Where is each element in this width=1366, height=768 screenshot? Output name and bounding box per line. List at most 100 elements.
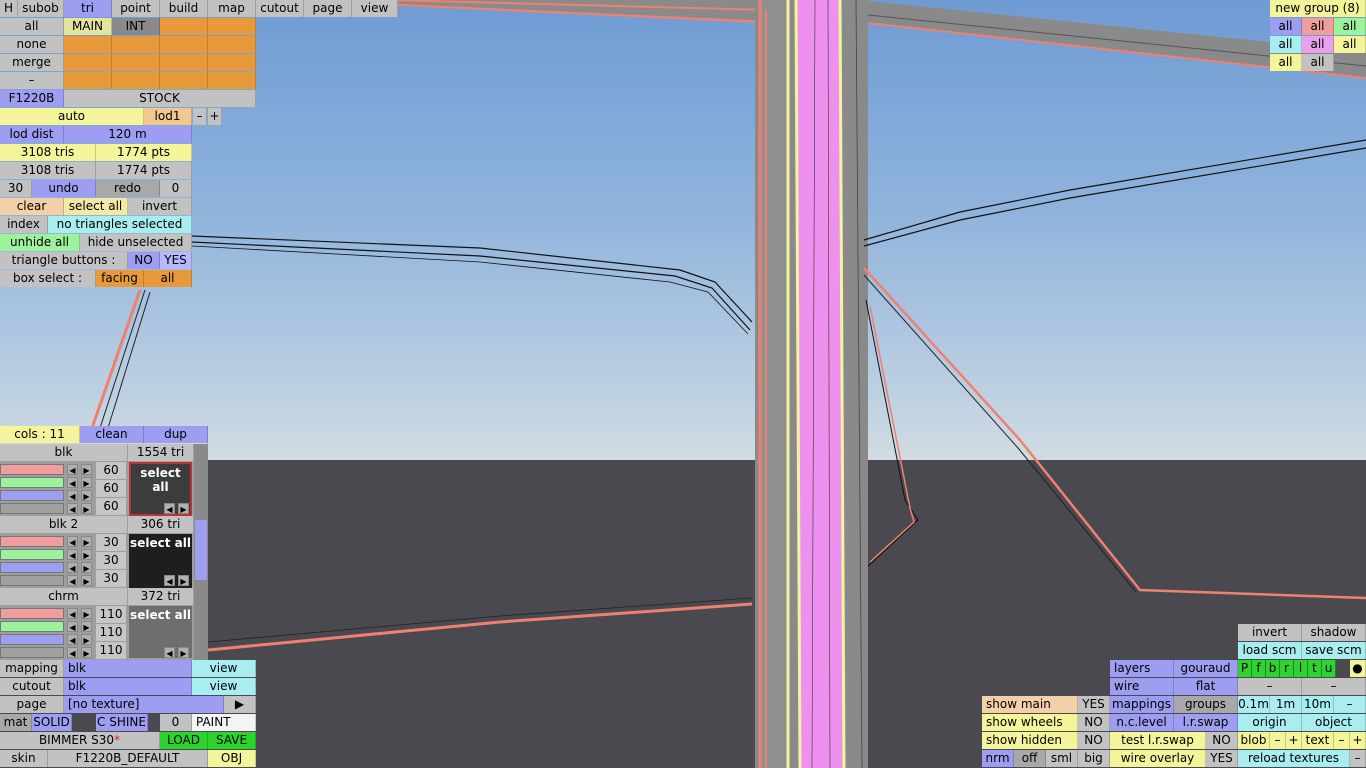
arrow-left-icon[interactable]: ◀ (67, 464, 78, 475)
nc-level-button[interactable]: n.c.level (1110, 714, 1174, 731)
blue-slider[interactable] (0, 490, 64, 501)
int-button[interactable]: INT (112, 18, 160, 35)
tab-view[interactable]: view (352, 0, 398, 17)
red-slider[interactable] (0, 536, 64, 547)
group-all-yellow[interactable]: all (1334, 36, 1366, 53)
step-minus-button[interactable]: – (1334, 696, 1366, 713)
arrow-right-icon[interactable]: ▶ (81, 464, 92, 475)
arrow-left-icon[interactable]: ◀ (67, 621, 78, 632)
redo-button[interactable]: redo (96, 180, 160, 197)
lod-dist-value[interactable]: 120 m (64, 126, 192, 143)
group-all-cyan[interactable]: all (1270, 36, 1302, 53)
arrow-left-icon[interactable]: ◀ (67, 549, 78, 560)
arrow-left-icon[interactable]: ◀ (164, 647, 175, 658)
tab-page[interactable]: page (304, 0, 352, 17)
grid-cell[interactable] (112, 54, 160, 71)
grid-cell[interactable] (160, 18, 208, 35)
tab-cutout[interactable]: cutout (256, 0, 304, 17)
grid-cell[interactable] (64, 72, 112, 89)
grid-cell[interactable] (208, 36, 256, 53)
blue-value[interactable]: 30 (96, 570, 126, 587)
materials-scroll-thumb[interactable] (195, 520, 207, 580)
group-all-pink[interactable]: all (1302, 36, 1334, 53)
solid-button[interactable]: SOLID (32, 714, 72, 731)
shine-value[interactable]: 0 (160, 714, 192, 731)
dup-button[interactable]: dup (144, 426, 208, 443)
mappings-button[interactable]: mappings (1110, 696, 1174, 713)
grid-all-button[interactable]: all (0, 18, 64, 35)
lod-level-button[interactable]: lod1 (144, 108, 192, 125)
model-config-button[interactable]: STOCK (64, 90, 256, 107)
arrow-right-icon[interactable]: ▶ (81, 647, 92, 658)
box-select-facing[interactable]: facing (96, 270, 144, 287)
green-value[interactable]: 110 (96, 624, 126, 641)
red-value[interactable]: 110 (96, 606, 126, 623)
arrow-right-icon[interactable]: ▶ (178, 575, 189, 586)
red-value[interactable]: 60 (96, 462, 126, 479)
view-t-button[interactable]: t (1308, 660, 1322, 677)
show-main-button[interactable]: show main (982, 696, 1078, 713)
grid-dash-button[interactable]: – (0, 72, 64, 89)
grid-cell[interactable] (64, 54, 112, 71)
new-group-button[interactable]: new group (8) (1270, 0, 1366, 17)
view-l-button[interactable]: l (1294, 660, 1308, 677)
grid-cell[interactable] (64, 36, 112, 53)
group-all-green[interactable]: all (1334, 18, 1366, 35)
triangle-buttons-no[interactable]: NO (128, 252, 160, 269)
page-texture-value[interactable]: [no texture] (64, 696, 224, 713)
grid-cell[interactable] (160, 54, 208, 71)
test-lr-swap-button[interactable]: test l.r.swap (1110, 732, 1206, 749)
skin-value[interactable]: F1220B_DEFAULT (48, 750, 208, 767)
arrow-left-icon[interactable]: ◀ (67, 608, 78, 619)
arrow-right-icon[interactable]: ▶ (81, 536, 92, 547)
layers-button[interactable]: layers (1110, 660, 1174, 677)
arrow-right-icon[interactable]: ▶ (81, 490, 92, 501)
grid-cell[interactable] (208, 18, 256, 35)
blob-minus-button[interactable]: – (1270, 732, 1286, 749)
gouraud-button[interactable]: gouraud (1174, 660, 1238, 677)
arrow-right-icon[interactable]: ▶ (81, 634, 92, 645)
grid-cell[interactable] (208, 72, 256, 89)
clear-button[interactable]: clear (0, 198, 64, 215)
tab-build[interactable]: build (160, 0, 208, 17)
material-name[interactable]: chrm (0, 588, 128, 605)
view-r-button[interactable]: r (1280, 660, 1294, 677)
grid-none-button[interactable]: none (0, 36, 64, 53)
red-slider[interactable] (0, 464, 64, 475)
view-f-button[interactable]: f (1252, 660, 1266, 677)
arrow-right-icon[interactable]: ▶ (81, 562, 92, 573)
wire-overlay-yes[interactable]: YES (1206, 750, 1238, 767)
arrow-left-icon[interactable]: ◀ (67, 536, 78, 547)
dash-button[interactable]: – (1238, 678, 1302, 695)
show-wheels-toggle[interactable]: NO (1078, 714, 1110, 731)
arrow-left-icon[interactable]: ◀ (67, 634, 78, 645)
dot-icon[interactable]: ● (1350, 660, 1366, 677)
step-01m-button[interactable]: 0.1m (1238, 696, 1270, 713)
lod-plus-button[interactable]: + (208, 108, 222, 125)
arrow-right-icon[interactable]: ▶ (81, 621, 92, 632)
load-scm-button[interactable]: load scm (1238, 642, 1302, 659)
model-name-button[interactable]: F1220B (0, 90, 64, 107)
text-minus-button[interactable]: – (1334, 732, 1350, 749)
grid-merge-button[interactable]: merge (0, 54, 64, 71)
alpha-slider[interactable] (0, 647, 64, 658)
dash-button[interactable]: – (1302, 678, 1366, 695)
lr-swap-button[interactable]: l.r.swap (1174, 714, 1238, 731)
arrow-right-icon[interactable]: ▶ (81, 549, 92, 560)
undo-button[interactable]: undo (32, 180, 96, 197)
group-all-blue[interactable]: all (1270, 18, 1302, 35)
reload-minus-button[interactable]: – (1350, 750, 1366, 767)
grid-cell[interactable] (208, 54, 256, 71)
mapping-view-button[interactable]: view (192, 660, 256, 677)
h-button[interactable]: H (0, 0, 18, 17)
arrow-right-icon[interactable]: ▶ (178, 647, 189, 658)
play-icon[interactable]: ▶ (224, 696, 256, 713)
show-wheels-button[interactable]: show wheels (982, 714, 1078, 731)
view-b-button[interactable]: b (1266, 660, 1280, 677)
unhide-all-button[interactable]: unhide all (0, 234, 80, 251)
step-1m-button[interactable]: 1m (1270, 696, 1302, 713)
blue-slider[interactable] (0, 634, 64, 645)
arrow-right-icon[interactable]: ▶ (81, 477, 92, 488)
green-value[interactable]: 60 (96, 480, 126, 497)
obj-button[interactable]: OBJ (208, 750, 256, 767)
